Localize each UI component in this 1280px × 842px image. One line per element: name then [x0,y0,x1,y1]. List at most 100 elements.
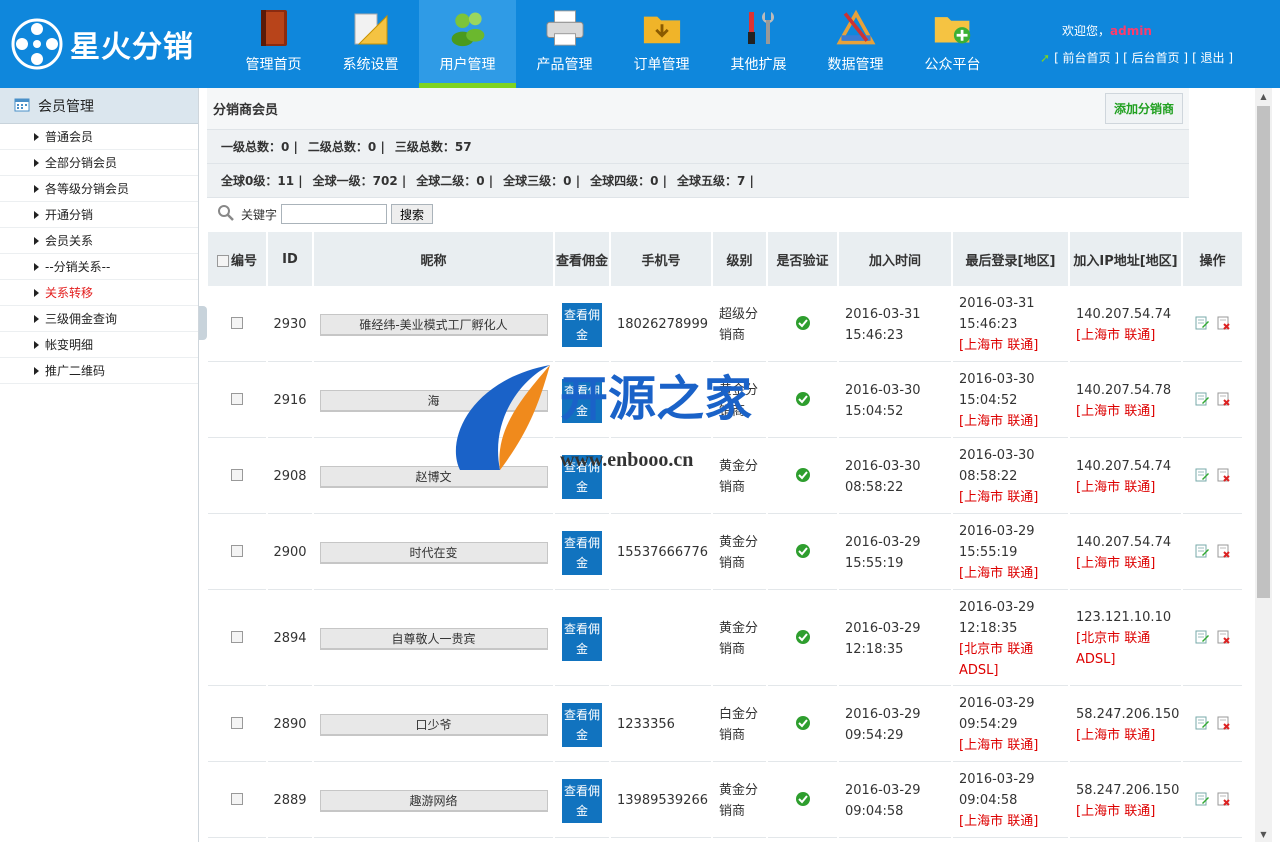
view-commission-button[interactable]: 查看佣金 [562,702,602,747]
row-checkbox[interactable] [231,316,243,329]
view-commission-button[interactable]: 查看佣金 [562,778,602,823]
stat-item: 全球一级：702 | [312,174,407,188]
nickname-button[interactable]: 赵博文 [319,465,548,488]
row-commission-cell: 查看佣金 [555,440,609,514]
sidebar-item[interactable]: 帐变明细 [0,332,198,358]
delete-icon[interactable] [1217,544,1231,558]
scroll-down-arrow-icon[interactable]: ▼ [1255,826,1272,842]
nickname-button[interactable]: 时代在变 [319,541,548,564]
edit-icon[interactable] [1195,392,1209,406]
last-login-time: 2016-03-29 15:55:19 [959,524,1035,560]
row-last-login-cell: 2016-03-29 15:55:19 [上海市 联通] [953,516,1068,590]
table-row[interactable]: 2908 赵博文 查看佣金 黄金分销商 2016-03-30 08:58:22 2016-… [208,440,1242,514]
nickname-button[interactable]: 碓经纬-美业模式工厂孵化人 [319,313,548,336]
table-row[interactable]: 2930 碓经纬-美业模式工厂孵化人 查看佣金 18026278999 超级分销商 201… [208,288,1242,362]
sidebar-item[interactable]: --分销关系-- [0,254,198,280]
delete-icon[interactable] [1217,392,1231,406]
edit-icon[interactable] [1195,468,1209,482]
back-home-link[interactable]: [ 后台首页 ] [1123,49,1188,66]
view-commission-button[interactable]: 查看佣金 [562,302,602,347]
sidebar-item[interactable]: 推广二维码 [0,358,198,384]
table-row[interactable]: 2916 海查看佣金 黄金分销商 2016-03-30 15:04:52 2016-03… [208,364,1242,438]
select-all-checkbox[interactable] [216,255,229,267]
sidebar-item[interactable]: 各等级分销会员 [0,176,198,202]
table-row[interactable]: 2889 趣游网络 查看佣金 13989539266 黄金分销商 2016-03-29 0… [208,764,1242,838]
sidebar-collapse-handle[interactable] [199,306,207,340]
row-checkbox[interactable] [231,544,243,557]
last-login-region: [上海市 联通] [959,814,1039,829]
triangle-right-icon [34,158,39,167]
row-phone: 18026278999 [611,288,711,362]
nav-item-folder[interactable]: 订单管理 [613,0,710,88]
verified-check-icon [795,467,811,487]
view-commission-button[interactable]: 查看佣金 [562,616,602,661]
nav-item-book[interactable]: 管理首页 [225,0,322,88]
sidebar-item-label: 各等级分销会员 [45,182,130,196]
view-commission-button[interactable]: 查看佣金 [562,378,602,423]
row-checkbox[interactable] [231,792,243,805]
triangle-right-icon [34,314,39,323]
search-button[interactable]: 搜索 [391,204,434,224]
row-checkbox[interactable] [231,468,243,481]
table-row[interactable]: 2890 口少爷 查看佣金 1233356 白金分销商 2016-03-29 09:54:… [208,688,1242,762]
keyword-input[interactable] [281,204,388,224]
delete-icon[interactable] [1217,316,1231,330]
row-select-cell [208,592,266,686]
row-phone: 13989539266 [611,764,711,838]
nickname-button[interactable]: 口少爷 [319,713,548,736]
logout-link[interactable]: [ 退出 ] [1192,49,1233,66]
edit-icon[interactable] [1195,792,1209,806]
delete-icon[interactable] [1217,716,1231,730]
edit-icon[interactable] [1195,716,1209,730]
edit-icon[interactable] [1195,630,1209,644]
sidebar-item-label: 推广二维码 [45,364,106,378]
nav-item-tools[interactable]: 其他扩展 [710,0,807,88]
sidebar-item[interactable]: 会员关系 [0,228,198,254]
table-row[interactable]: 2894 自尊敬人一贵宾 查看佣金 黄金分销商 2016-03-29 12:18:35 2… [208,592,1242,686]
row-checkbox[interactable] [231,716,243,729]
scroll-up-arrow-icon[interactable]: ▲ [1255,88,1272,104]
delete-icon[interactable] [1217,792,1231,806]
header-commission: 查看佣金 [555,232,609,286]
front-home-link[interactable]: [ 前台首页 ] [1054,49,1119,66]
sidebar-item[interactable]: 三级佣金查询 [0,306,198,332]
sidebar-item-label: 全部分销会员 [45,156,118,170]
triangle-right-icon [34,288,39,297]
row-id: 2900 [268,516,312,590]
nav-item-folder-add[interactable]: 公众平台 [904,0,1001,88]
add-distributor-button[interactable]: 添加分销商 [1104,93,1183,124]
brand-name: 星火分销 [70,30,194,65]
nickname-button[interactable]: 自尊敬人一贵宾 [319,627,548,650]
row-nickname-cell: 海 [314,364,553,438]
nav-item-printer[interactable]: 产品管理 [516,0,613,88]
sidebar-item[interactable]: 开通分销 [0,202,198,228]
sidebar-header[interactable]: 会员管理 [0,88,198,124]
sidebar-item[interactable]: 全部分销会员 [0,150,198,176]
edit-icon[interactable] [1195,316,1209,330]
brand-logo[interactable]: 星火分销 [10,16,210,72]
view-commission-button[interactable]: 查看佣金 [562,530,602,575]
nav-item-ruler[interactable]: 系统设置 [322,0,419,88]
row-checkbox[interactable] [231,392,243,405]
sidebar-item[interactable]: 关系转移 [0,280,198,306]
edit-icon[interactable] [1195,544,1209,558]
row-checkbox[interactable] [231,630,243,643]
view-commission-button[interactable]: 查看佣金 [562,454,602,499]
sidebar-item[interactable]: 普通会员 [0,124,198,150]
row-level: 黄金分销商 [713,764,766,838]
header-actions: 操作 [1183,232,1242,286]
nav-item-users[interactable]: 用户管理 [419,0,516,88]
row-phone [611,440,711,514]
scroll-thumb[interactable] [1257,106,1270,598]
admin-name[interactable]: admin [1110,24,1152,38]
last-login-region: [上海市 联通] [959,490,1039,505]
delete-icon[interactable] [1217,468,1231,482]
nickname-button[interactable]: 趣游网络 [319,789,548,812]
vertical-scrollbar[interactable]: ▲ ▼ [1255,88,1272,842]
nav-item-pencil[interactable]: 数据管理 [807,0,904,88]
delete-icon[interactable] [1217,630,1231,644]
stat-item: 二级总数：0 | [307,140,385,154]
verified-check-icon [795,791,811,811]
nickname-button[interactable]: 海 [319,389,548,412]
table-row[interactable]: 2900 时代在变 查看佣金 15537666776 黄金分销商 2016-03-29 1… [208,516,1242,590]
